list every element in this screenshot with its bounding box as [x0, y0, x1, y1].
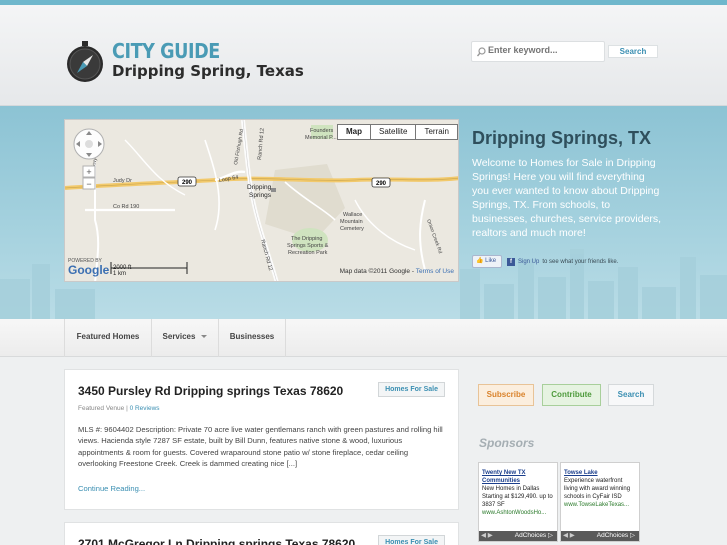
nav-services-label: Services — [162, 332, 196, 341]
scale-km-label: 1 km — [113, 271, 127, 277]
subscribe-button[interactable]: Subscribe — [478, 384, 534, 406]
map-copyright-text: Map data ©2011 Google - — [339, 268, 416, 275]
map-label-hwy-west: 290 — [182, 180, 193, 186]
adchoices-link[interactable]: AdChoices ▷ — [597, 531, 639, 541]
sponsors-heading: Sponsors — [479, 436, 535, 450]
main-navigation: Featured Homes Services Businesses — [0, 319, 727, 357]
keyword-search-input[interactable] — [488, 45, 600, 55]
zoom-out-icon[interactable]: − — [86, 179, 91, 189]
logo-subtitle: Dripping Spring, Texas — [112, 62, 304, 80]
post-excerpt: MLS #: 9604402 Description: Private 70 a… — [78, 425, 443, 469]
continue-reading-link[interactable]: Continue Reading... — [78, 484, 145, 493]
map-label-park-2: Springs Sports & — [287, 243, 329, 249]
map-label-judy-dr: Judy Dr — [113, 178, 132, 184]
map-label-dripping: Dripping — [247, 184, 272, 191]
post-reviews-link[interactable]: 0 Reviews — [130, 405, 160, 412]
adchoices-label: AdChoices — [514, 532, 547, 539]
map-terms-link[interactable]: Terms of Use — [416, 268, 454, 275]
post-category-tag[interactable]: Homes For Sale — [378, 382, 445, 397]
adchoices-link[interactable]: AdChoices ▷ — [515, 531, 557, 541]
ad-url[interactable]: www.AshtonWoodsHo... — [482, 509, 554, 517]
map-label-wallace: Wallace — [343, 212, 362, 218]
hero-title: Dripping Springs, TX — [472, 128, 651, 148]
map-label-hwy-east: 290 — [376, 181, 387, 187]
contribute-button[interactable]: Contribute — [542, 384, 601, 406]
facebook-like-text: to see what your friends like. — [542, 258, 619, 265]
ad-nav-arrows-icon[interactable]: ◀ ▶ — [479, 531, 499, 541]
map-type-map[interactable]: Map — [337, 124, 371, 140]
chevron-down-icon — [201, 335, 208, 339]
adchoices-bar: ◀ ▶ AdChoices ▷ — [561, 531, 639, 541]
facebook-signup-link[interactable]: Sign Up — [518, 259, 539, 265]
nav-businesses[interactable]: Businesses — [219, 319, 286, 357]
keyword-search-box[interactable] — [471, 41, 605, 62]
compass-logo-icon[interactable] — [66, 41, 104, 83]
map-label-memorial: Memorial P... — [305, 135, 337, 141]
sponsor-ad[interactable]: Towse Lake Experience waterfront living … — [560, 462, 640, 542]
map-label-park-3: Recreation Park — [288, 250, 328, 256]
map-type-satellite[interactable]: Satellite — [370, 124, 417, 140]
facebook-like-button[interactable]: 👍 Like — [472, 255, 502, 268]
post-title[interactable]: 2701 McGregor Ln Dripping springs Texas … — [78, 537, 355, 545]
map-type-switcher: Map Satellite Terrain — [337, 124, 458, 140]
map-label-park-1: The Dripping — [291, 236, 323, 242]
hero-intro-text: Welcome to Homes for Sale in Dripping Sp… — [472, 157, 662, 239]
zoom-in-icon[interactable]: + — [86, 167, 91, 177]
listing-post: 3450 Pursley Rd Dripping springs Texas 7… — [64, 369, 459, 510]
map-pan-control[interactable] — [73, 128, 105, 160]
ad-url[interactable]: www.TowseLakeTexas... — [564, 501, 636, 509]
facebook-icon: f — [507, 257, 515, 266]
like-label: Like — [485, 258, 497, 264]
header-search-button[interactable]: Search — [608, 45, 658, 58]
nav-services[interactable]: Services — [152, 319, 219, 357]
adchoices-label: AdChoices — [596, 532, 629, 539]
map-type-terrain[interactable]: Terrain — [415, 124, 458, 140]
map-copyright: Map data ©2011 Google - Terms of Use — [340, 268, 454, 275]
map-label-springs: Springs — [249, 192, 272, 199]
nav-businesses-label: Businesses — [229, 332, 275, 341]
google-wordmark: Google — [68, 263, 110, 277]
map-label-cemetery: Cemetery — [340, 226, 364, 232]
google-logo[interactable]: POWERED BY Google — [68, 258, 109, 277]
post-category-tag[interactable]: Homes For Sale — [378, 535, 445, 545]
ad-text: Experience waterfront living with award … — [564, 478, 631, 500]
post-title[interactable]: 3450 Pursley Rd Dripping springs Texas 7… — [78, 384, 343, 398]
site-header: CITY GUIDE Dripping Spring, Texas Search — [0, 5, 727, 106]
ad-text: New Homes in Dallas Starting at $129,490… — [482, 486, 553, 508]
listing-post: 2701 McGregor Ln Dripping springs Texas … — [64, 522, 459, 545]
facebook-like-widget: 👍 Like f Sign Up to see what your friend… — [472, 255, 618, 268]
post-meta: Featured Venue | 0 Reviews — [78, 405, 160, 412]
search-icon — [477, 47, 486, 57]
nav-featured-homes[interactable]: Featured Homes — [64, 319, 152, 357]
google-map[interactable]: 290 290 Judy Dr Co Rd 190 Rodgers Pkwy L… — [64, 119, 459, 282]
map-label-co-rd: Co Rd 190 — [113, 204, 139, 210]
post-meta-prefix: Featured Venue | — [78, 405, 130, 412]
ad-title[interactable]: Twenty New TX Communities — [482, 469, 554, 485]
map-zoom-control[interactable]: + − — [82, 165, 96, 190]
map-label-mountain: Mountain — [340, 219, 363, 225]
ad-title[interactable]: Towse Lake — [564, 469, 636, 477]
adchoices-bar: ◀ ▶ AdChoices ▷ — [479, 531, 557, 541]
map-scale-labels: 2000 ft 1 km — [113, 265, 131, 277]
sidebar-search-button[interactable]: Search — [608, 384, 654, 406]
logo-title[interactable]: CITY GUIDE — [112, 39, 220, 63]
map-label-founders: Founders — [310, 128, 333, 134]
ad-nav-arrows-icon[interactable]: ◀ ▶ — [561, 531, 581, 541]
sponsor-ad[interactable]: Twenty New TX Communities New Homes in D… — [478, 462, 558, 542]
nav-featured-homes-label: Featured Homes — [76, 332, 140, 341]
map-canvas[interactable]: 290 290 Judy Dr Co Rd 190 Rodgers Pkwy L… — [65, 120, 459, 282]
